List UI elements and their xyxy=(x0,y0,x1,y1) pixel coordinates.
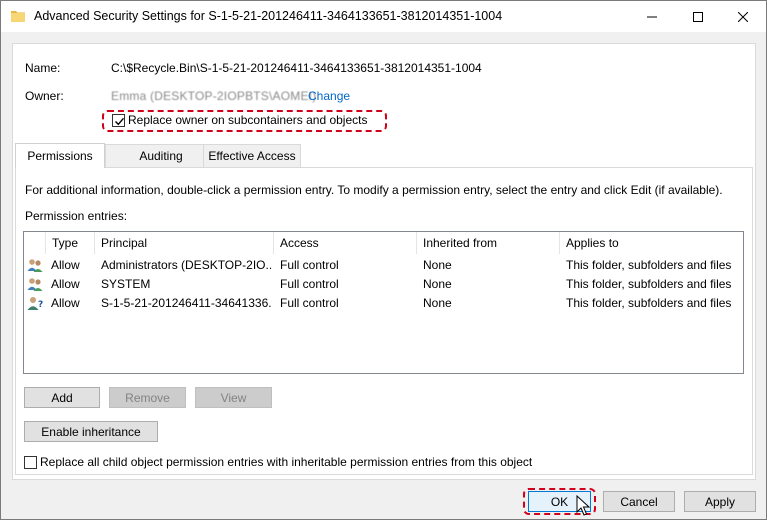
title-bar[interactable]: Advanced Security Settings for S-1-5-21-… xyxy=(1,1,766,32)
close-icon xyxy=(738,11,748,22)
table-row[interactable]: Allow Administrators (DESKTOP-2IO... Ful… xyxy=(24,256,743,275)
window-title: Advanced Security Settings for S-1-5-21-… xyxy=(34,9,503,23)
remove-button[interactable]: Remove xyxy=(109,387,186,408)
owner-label: Owner: xyxy=(25,89,64,103)
svg-text:?: ? xyxy=(38,300,43,310)
users-group-icon xyxy=(27,277,43,292)
column-header-applies-to[interactable]: Applies to xyxy=(560,232,743,254)
minimize-button[interactable] xyxy=(629,1,675,32)
table-row[interactable]: ? Allow S-1-5-21-201246411-34641336... F… xyxy=(24,294,743,313)
list-header: Type Principal Access Inherited from App… xyxy=(24,232,743,254)
replace-owner-label[interactable]: Replace owner on subcontainers and objec… xyxy=(128,113,367,127)
tab-permissions[interactable]: Permissions xyxy=(15,143,105,168)
column-header-inherited-from[interactable]: Inherited from xyxy=(417,232,560,254)
tab-effective-access[interactable]: Effective Access xyxy=(203,144,301,167)
row-principal: Administrators (DESKTOP-2IO... xyxy=(101,258,271,272)
users-group-icon xyxy=(27,258,43,273)
column-header-principal[interactable]: Principal xyxy=(95,232,274,254)
name-label: Name: xyxy=(25,61,61,75)
row-type: Allow xyxy=(51,296,80,310)
permission-entries-list[interactable]: Type Principal Access Inherited from App… xyxy=(23,231,744,374)
row-type: Allow xyxy=(51,277,80,291)
replace-child-permissions-label[interactable]: Replace all child object permission entr… xyxy=(40,455,532,469)
row-inherited-from: None xyxy=(423,296,452,310)
replace-child-permissions-checkbox[interactable] xyxy=(24,456,37,469)
mouse-pointer-icon xyxy=(576,494,591,517)
row-access: Full control xyxy=(280,277,339,291)
unknown-user-icon: ? xyxy=(27,296,43,311)
maximize-icon xyxy=(693,11,703,22)
view-button[interactable]: View xyxy=(195,387,272,408)
checkmark-icon xyxy=(115,117,125,126)
folder-icon xyxy=(11,9,25,22)
owner-value: Emma (DESKTOP-2IOPBTS\AOMEI) xyxy=(111,89,317,103)
row-applies-to: This folder, subfolders and files xyxy=(566,296,732,310)
row-access: Full control xyxy=(280,296,339,310)
close-button[interactable] xyxy=(720,1,766,32)
add-button[interactable]: Add xyxy=(24,387,100,408)
row-principal: S-1-5-21-201246411-34641336... xyxy=(101,296,271,310)
minimize-icon xyxy=(647,16,657,17)
advanced-security-dialog: Advanced Security Settings for S-1-5-21-… xyxy=(0,0,767,520)
row-principal: SYSTEM xyxy=(101,277,151,291)
maximize-button[interactable] xyxy=(675,1,721,32)
enable-inheritance-button[interactable]: Enable inheritance xyxy=(24,421,158,442)
table-row[interactable]: Allow SYSTEM Full control None This fold… xyxy=(24,275,743,294)
row-applies-to: This folder, subfolders and files xyxy=(566,258,732,272)
row-access: Full control xyxy=(280,258,339,272)
tab-auditing[interactable]: Auditing xyxy=(105,144,217,167)
change-owner-link[interactable]: Change xyxy=(308,89,350,103)
info-text: For additional information, double-click… xyxy=(25,183,723,197)
column-header-access[interactable]: Access xyxy=(274,232,417,254)
row-type: Allow xyxy=(51,258,80,272)
row-applies-to: This folder, subfolders and files xyxy=(566,277,732,291)
cancel-button[interactable]: Cancel xyxy=(603,491,675,512)
column-header-icon[interactable] xyxy=(24,232,46,254)
name-value: C:\$Recycle.Bin\S-1-5-21-201246411-34641… xyxy=(111,61,482,75)
permission-entries-label: Permission entries: xyxy=(25,209,128,223)
column-header-type[interactable]: Type xyxy=(46,232,95,254)
row-inherited-from: None xyxy=(423,277,452,291)
replace-owner-checkbox[interactable] xyxy=(112,114,125,127)
row-inherited-from: None xyxy=(423,258,452,272)
apply-button[interactable]: Apply xyxy=(684,491,756,512)
